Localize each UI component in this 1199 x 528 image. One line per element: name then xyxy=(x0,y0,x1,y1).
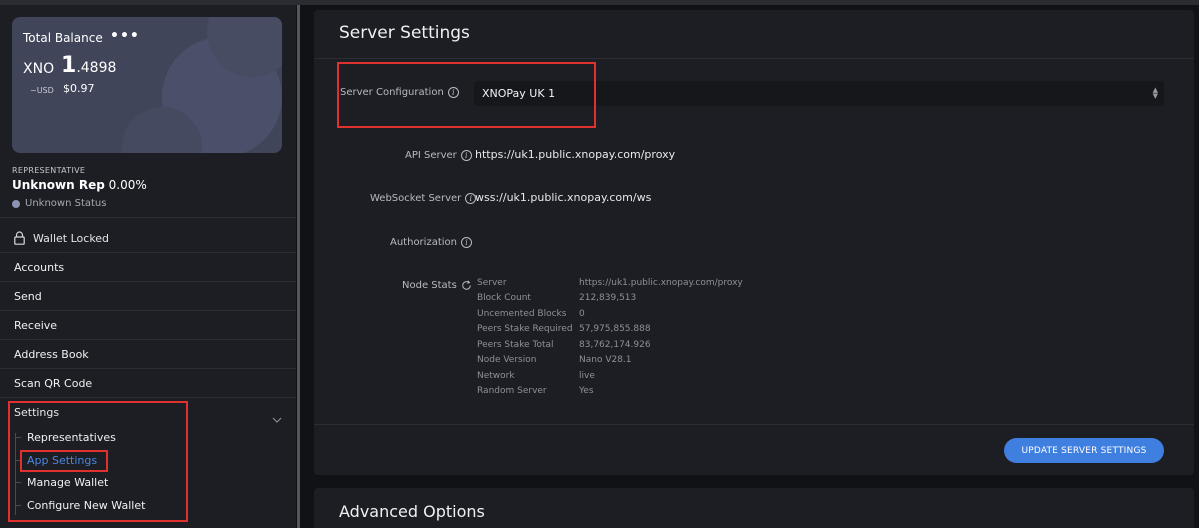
stat-key: Peers Stake Required xyxy=(477,324,573,334)
divider xyxy=(0,397,296,398)
websocket-server-value: wss://uk1.public.xnopay.com/ws xyxy=(475,191,652,204)
stat-value: 0 xyxy=(579,309,585,319)
divider xyxy=(0,339,296,340)
nav-scan-qr-code[interactable]: Scan QR Code xyxy=(14,377,92,390)
websocket-server-label-text: WebSocket Server xyxy=(370,193,462,204)
stat-value: 212,839,513 xyxy=(579,293,637,303)
stat-value: live xyxy=(579,371,595,381)
advanced-options-title: Advanced Options xyxy=(339,502,485,521)
gutter xyxy=(300,5,314,528)
balance-title: Total Balance xyxy=(23,31,103,45)
highlight-box-app-settings xyxy=(20,450,108,472)
authorization-label-text: Authorization xyxy=(390,237,457,248)
balance-currency: XNO xyxy=(23,61,55,77)
balance-amount-frac: .4898 xyxy=(76,60,117,76)
divider xyxy=(314,424,1194,425)
node-stats-label-text: Node Stats xyxy=(402,280,457,291)
stat-value: https://uk1.public.xnopay.com/proxy xyxy=(579,278,743,288)
balance-amount-int: 1 xyxy=(61,53,77,78)
stat-key: Node Version xyxy=(477,355,537,365)
representative-name[interactable]: Unknown Rep 0.00% xyxy=(12,178,147,192)
nav-receive[interactable]: Receive xyxy=(14,319,57,332)
representative-weight: 0.00% xyxy=(108,178,147,192)
advanced-options-panel: Advanced Options xyxy=(314,488,1194,528)
server-settings-title: Server Settings xyxy=(339,23,470,43)
divider xyxy=(0,310,296,311)
balance-menu-button[interactable]: ••• xyxy=(110,28,140,44)
lock-icon xyxy=(14,231,25,245)
divider xyxy=(0,252,296,253)
balance-amount: 1.4898 xyxy=(61,53,116,78)
representative-status-text: Unknown Status xyxy=(25,198,107,209)
representative-name-text: Unknown Rep xyxy=(12,178,105,192)
update-server-settings-button[interactable]: UPDATE SERVER SETTINGS xyxy=(1004,438,1164,463)
divider xyxy=(314,58,1194,59)
representative-label: REPRESENTATIVE xyxy=(12,166,86,175)
api-server-label-text: API Server xyxy=(405,150,457,161)
status-dot-icon xyxy=(12,199,20,208)
node-stats-label: Node Stats xyxy=(402,280,472,291)
stat-value: 57,975,855.888 xyxy=(579,324,651,334)
wallet-locked-label: Wallet Locked xyxy=(33,231,110,245)
representative-status: Unknown Status xyxy=(12,198,106,209)
websocket-server-label: WebSocket Server i xyxy=(370,193,477,204)
wallet-locked-button[interactable]: Wallet Locked xyxy=(14,231,109,245)
info-icon[interactable]: i xyxy=(460,237,472,248)
divider xyxy=(0,217,296,218)
usd-value: $0.97 xyxy=(63,82,95,95)
info-icon[interactable]: i xyxy=(460,150,472,161)
stat-key: Block Count xyxy=(477,293,531,303)
api-server-value: https://uk1.public.xnopay.com/proxy xyxy=(475,148,676,161)
stat-key: Server xyxy=(477,278,507,288)
highlight-box-server-configuration xyxy=(337,62,596,128)
stat-key: Network xyxy=(477,371,515,381)
balance-card: Total Balance ••• XNO 1.4898 ~USD $0.97 xyxy=(12,17,282,153)
stat-value: Nano V28.1 xyxy=(579,355,632,365)
api-server-label: API Server i xyxy=(405,150,472,161)
chevron-down-icon[interactable] xyxy=(271,411,283,423)
refresh-icon[interactable] xyxy=(461,280,472,291)
select-arrows-icon: ▲ ▼ xyxy=(1152,86,1158,100)
stat-key: Random Server xyxy=(477,386,547,396)
divider xyxy=(0,281,296,282)
stat-value: Yes xyxy=(579,386,594,396)
nav-send[interactable]: Send xyxy=(14,290,42,303)
stat-key: Peers Stake Total xyxy=(477,340,554,350)
divider xyxy=(0,368,296,369)
authorization-label: Authorization i xyxy=(390,237,472,248)
stat-value: 83,762,174.926 xyxy=(579,340,651,350)
usd-label: ~USD xyxy=(30,86,54,95)
stat-key: Uncemented Blocks xyxy=(477,309,567,319)
nav-accounts[interactable]: Accounts xyxy=(14,261,64,274)
nav-address-book[interactable]: Address Book xyxy=(14,348,89,361)
